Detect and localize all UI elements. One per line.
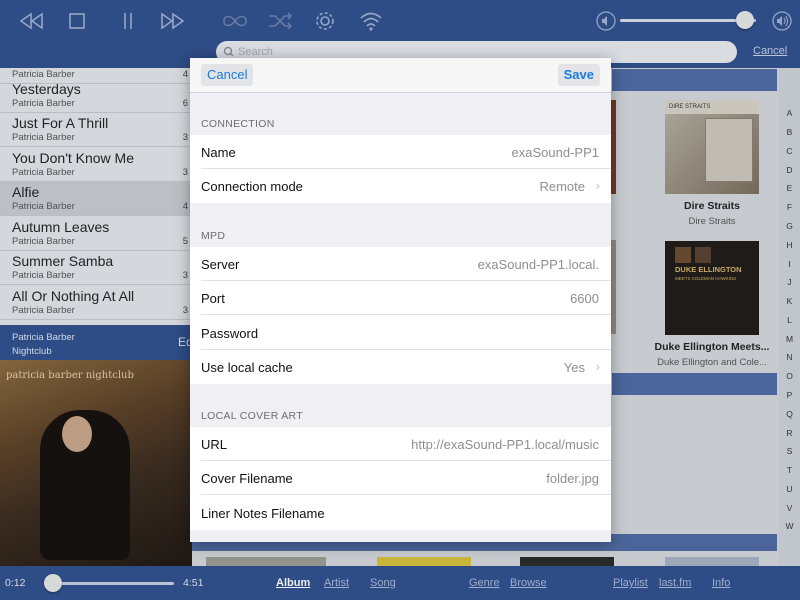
password-row[interactable]: Password — [190, 316, 611, 350]
connection-mode-row[interactable]: Connection mode Remote › — [190, 169, 611, 203]
row-label: Use local cache — [201, 360, 293, 375]
chevron-right-icon: › — [595, 178, 600, 193]
use-local-cache-row[interactable]: Use local cache Yes › — [190, 350, 611, 384]
port-value[interactable]: 6600 — [570, 291, 599, 306]
row-label: Port — [201, 291, 225, 306]
use-local-cache-value: Yes — [563, 360, 585, 375]
liner-notes-filename-row[interactable]: Liner Notes Filename — [190, 496, 611, 530]
port-row[interactable]: Port 6600 — [190, 281, 611, 315]
connection-group: Name exaSound-PP1 Connection mode Remote… — [190, 135, 611, 203]
cover-filename-value[interactable]: folder.jpg — [546, 471, 599, 486]
row-label: Connection mode — [201, 179, 303, 194]
row-divider — [201, 314, 611, 315]
modal-header: Cancel Save — [190, 58, 611, 93]
row-label: Name — [201, 145, 236, 160]
row-label: Cover Filename — [201, 471, 293, 486]
name-value[interactable]: exaSound-PP1 — [512, 145, 599, 160]
row-divider — [201, 494, 611, 495]
chevron-right-icon: › — [595, 359, 600, 374]
row-label: Password — [201, 326, 259, 341]
name-row[interactable]: Name exaSound-PP1 — [190, 135, 611, 169]
settings-modal: Cancel Save CONNECTION Name exaSound-PP1… — [190, 58, 611, 542]
cancel-button[interactable]: Cancel — [201, 64, 254, 86]
url-value[interactable]: http://exaSound-PP1.local/music — [411, 437, 599, 452]
row-label: Liner Notes Filename — [201, 506, 325, 521]
server-row[interactable]: Server exaSound-PP1.local. — [190, 247, 611, 281]
server-value[interactable]: exaSound-PP1.local. — [478, 257, 599, 272]
mpd-group: Server exaSound-PP1.local. Port 6600 Pas… — [190, 247, 611, 384]
section-header-mpd: MPD — [201, 230, 226, 242]
connection-mode-value: Remote — [539, 179, 585, 194]
row-label: Server — [201, 257, 240, 272]
local-cover-art-group: URL http://exaSound-PP1.local/music Cove… — [190, 427, 611, 530]
cover-filename-row[interactable]: Cover Filename folder.jpg — [190, 461, 611, 495]
save-button[interactable]: Save — [557, 64, 600, 86]
section-header-connection: CONNECTION — [201, 118, 275, 130]
url-row[interactable]: URL http://exaSound-PP1.local/music — [190, 427, 611, 461]
row-label: URL — [201, 437, 228, 452]
section-header-local-cover-art: LOCAL COVER ART — [201, 410, 303, 422]
